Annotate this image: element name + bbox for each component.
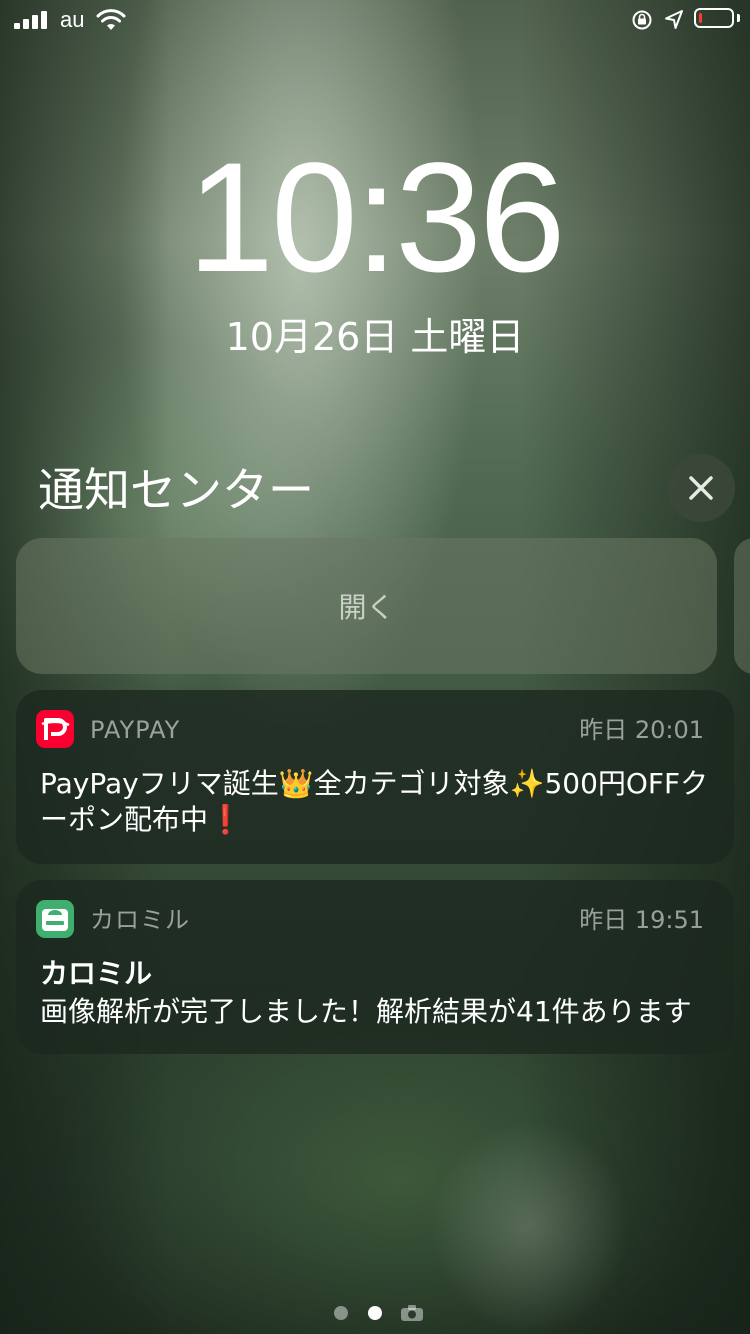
carrier-name: au: [60, 7, 85, 32]
notification-calomeal[interactable]: カロミル 昨日 19:51 カロミル 画像解析が完了しました！解析結果が41件あ…: [16, 880, 734, 1054]
close-icon: [689, 476, 713, 500]
notification-center-title: 通知センター: [38, 463, 314, 517]
calomeal-icon: [36, 900, 74, 938]
notification-app-name: PAYPAY: [90, 716, 181, 744]
notification-app-name: カロミル: [90, 906, 190, 934]
page-dot-current[interactable]: [368, 1306, 382, 1320]
cellular-signal-icon: [14, 11, 48, 29]
status-bar: au: [0, 0, 750, 40]
wifi-icon: [96, 9, 126, 30]
notification-paypay[interactable]: PAYPAY 昨日 20:01 PayPayフリマ誕生👑全カテゴリ対象✨500円…: [16, 690, 734, 864]
page-dot[interactable]: [334, 1306, 348, 1320]
rotation-lock-icon: [632, 10, 652, 30]
open-action-label: 開く: [338, 591, 395, 624]
lock-screen-time: 10:36: [187, 131, 565, 305]
lock-screen-date: 10月26日 土曜日: [225, 315, 525, 359]
battery-level-fill: [699, 13, 702, 23]
location-arrow-icon: [665, 10, 683, 29]
adjacent-action-card[interactable]: [734, 538, 750, 674]
open-action-button[interactable]: 開く: [16, 538, 717, 674]
notification-title: カロミル: [40, 957, 153, 990]
notification-body: PayPayフリマ誕生👑全カテゴリ対象✨500円OFFクーポン配布中❗: [40, 767, 709, 836]
clear-notifications-button[interactable]: [667, 454, 735, 522]
page-indicator[interactable]: [0, 1302, 750, 1326]
battery-icon: [694, 8, 734, 28]
camera-icon[interactable]: [400, 1304, 424, 1322]
notification-time: 昨日 19:51: [579, 906, 704, 934]
notification-time: 昨日 20:01: [579, 716, 704, 744]
notification-body: 画像解析が完了しました！解析結果が41件あります: [40, 995, 692, 1028]
battery-terminal: [737, 14, 740, 22]
paypay-icon: [36, 710, 74, 748]
